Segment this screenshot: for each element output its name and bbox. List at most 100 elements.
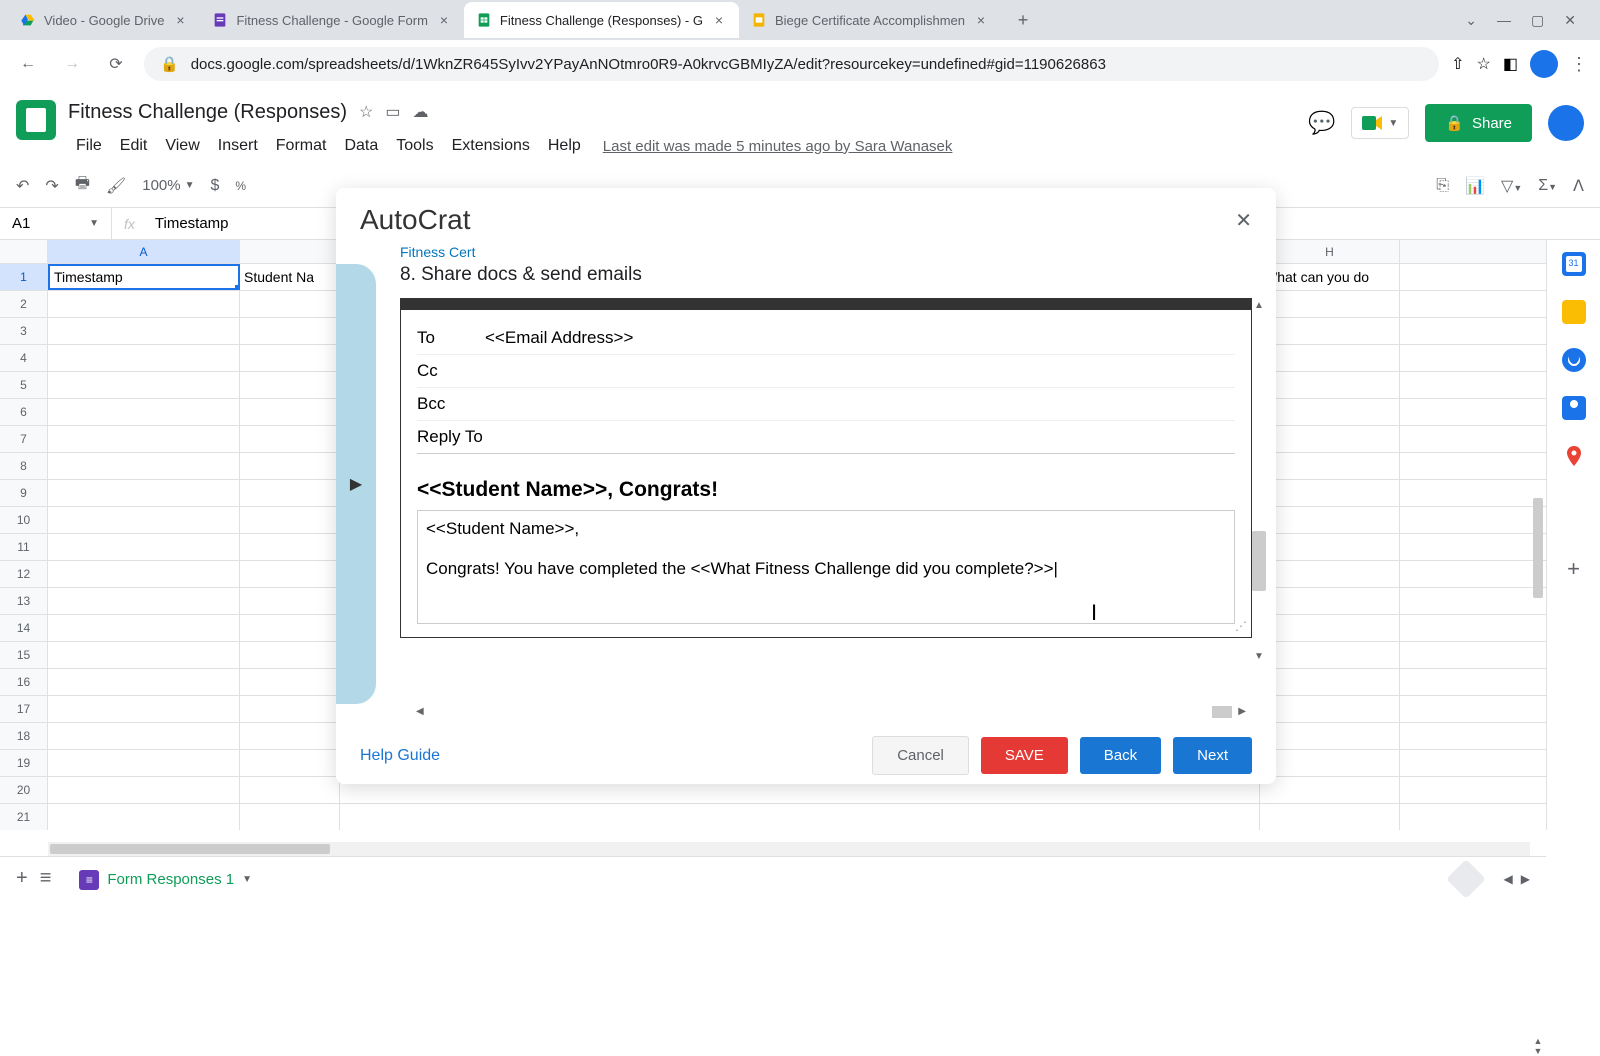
- row-header[interactable]: 21: [0, 804, 48, 830]
- document-title[interactable]: Fitness Challenge (Responses): [68, 101, 347, 124]
- cell[interactable]: [48, 777, 240, 803]
- cell[interactable]: [240, 318, 340, 344]
- cell[interactable]: [1260, 588, 1400, 614]
- cell[interactable]: [240, 291, 340, 317]
- cell[interactable]: [1260, 480, 1400, 506]
- cell[interactable]: [240, 750, 340, 776]
- reload-button[interactable]: ⟳: [100, 48, 132, 80]
- select-all-corner[interactable]: [0, 240, 48, 263]
- filter-icon[interactable]: ▽▼: [1501, 176, 1522, 196]
- cell[interactable]: [240, 804, 340, 830]
- horizontal-scrollbar[interactable]: [48, 842, 1530, 856]
- cell[interactable]: [1260, 399, 1400, 425]
- keep-icon[interactable]: [1562, 300, 1586, 324]
- col-header-b[interactable]: [240, 240, 340, 263]
- email-cc-row[interactable]: Cc: [417, 355, 1235, 388]
- new-tab-button[interactable]: +: [1009, 6, 1037, 34]
- close-icon[interactable]: ×: [436, 12, 452, 28]
- row-header[interactable]: 20: [0, 777, 48, 803]
- cell[interactable]: [48, 750, 240, 776]
- close-window-icon[interactable]: ✕: [1564, 12, 1576, 29]
- row-header[interactable]: 1: [0, 264, 48, 290]
- save-button[interactable]: SAVE: [981, 737, 1068, 774]
- resize-handle-icon[interactable]: ⋰: [1235, 619, 1247, 633]
- minimize-icon[interactable]: —: [1497, 12, 1511, 29]
- cell[interactable]: [240, 723, 340, 749]
- cell[interactable]: [240, 426, 340, 452]
- row-header[interactable]: 16: [0, 669, 48, 695]
- tab-drive[interactable]: Video - Google Drive ×: [8, 2, 200, 38]
- cell[interactable]: [240, 534, 340, 560]
- cell[interactable]: [48, 669, 240, 695]
- chevron-down-icon[interactable]: ⌄: [1465, 12, 1477, 29]
- cell[interactable]: [240, 588, 340, 614]
- help-guide-link[interactable]: Help Guide: [360, 747, 440, 765]
- cell[interactable]: [48, 723, 240, 749]
- cell[interactable]: [48, 696, 240, 722]
- insert-link-icon[interactable]: ⎘: [1436, 177, 1449, 195]
- kebab-menu-icon[interactable]: ⋮: [1570, 54, 1588, 75]
- cloud-icon[interactable]: ☁: [413, 102, 429, 122]
- row-header[interactable]: 6: [0, 399, 48, 425]
- cell[interactable]: [48, 372, 240, 398]
- cell[interactable]: [240, 642, 340, 668]
- percent-icon[interactable]: %: [235, 179, 246, 193]
- menu-help[interactable]: Help: [540, 133, 589, 159]
- explore-button[interactable]: [1446, 859, 1486, 899]
- menu-view[interactable]: View: [157, 133, 207, 159]
- maps-icon[interactable]: [1562, 444, 1586, 468]
- cell[interactable]: [1140, 804, 1260, 830]
- menu-edit[interactable]: Edit: [112, 133, 156, 159]
- url-bar[interactable]: 🔒 docs.google.com/spreadsheets/d/1WknZR6…: [144, 47, 1439, 81]
- share-button[interactable]: 🔒 Share: [1425, 104, 1532, 142]
- cell[interactable]: [1260, 723, 1400, 749]
- row-header[interactable]: 5: [0, 372, 48, 398]
- cell[interactable]: [1260, 291, 1400, 317]
- close-icon[interactable]: ×: [711, 12, 727, 28]
- cell[interactable]: [48, 561, 240, 587]
- zoom-dropdown[interactable]: 100% ▼: [142, 177, 194, 194]
- cell[interactable]: [1260, 534, 1400, 560]
- back-button[interactable]: Back: [1080, 737, 1161, 774]
- close-icon[interactable]: ×: [973, 12, 989, 28]
- row-header[interactable]: 10: [0, 507, 48, 533]
- cell[interactable]: [240, 615, 340, 641]
- maximize-icon[interactable]: ▢: [1531, 12, 1544, 29]
- cell[interactable]: [1260, 777, 1400, 803]
- share-page-icon[interactable]: ⇧: [1451, 54, 1464, 74]
- cell[interactable]: [48, 453, 240, 479]
- row-header[interactable]: 8: [0, 453, 48, 479]
- cell[interactable]: [1260, 804, 1400, 830]
- last-edit-text[interactable]: Last edit was made 5 minutes ago by Sara…: [603, 138, 953, 155]
- row-header[interactable]: 13: [0, 588, 48, 614]
- email-to-row[interactable]: To <<Email Address>>: [417, 322, 1235, 355]
- row-header[interactable]: 11: [0, 534, 48, 560]
- add-addon-icon[interactable]: +: [1567, 556, 1580, 582]
- cell[interactable]: [1260, 426, 1400, 452]
- undo-icon[interactable]: ↶: [16, 176, 29, 196]
- cell[interactable]: [48, 318, 240, 344]
- cell[interactable]: [1260, 561, 1400, 587]
- cell[interactable]: [48, 804, 240, 830]
- cell[interactable]: [1260, 345, 1400, 371]
- cell[interactable]: [1260, 372, 1400, 398]
- all-sheets-button[interactable]: ≡: [40, 867, 52, 890]
- cell[interactable]: [240, 669, 340, 695]
- cell[interactable]: [240, 345, 340, 371]
- cell[interactable]: [240, 696, 340, 722]
- move-icon[interactable]: ▭: [385, 102, 400, 122]
- collapse-toolbar-icon[interactable]: ᐱ: [1573, 176, 1584, 196]
- add-sheet-button[interactable]: +: [16, 867, 28, 890]
- back-button[interactable]: ←: [12, 48, 44, 80]
- close-icon[interactable]: ×: [172, 12, 188, 28]
- row-header[interactable]: 12: [0, 561, 48, 587]
- cell[interactable]: [240, 372, 340, 398]
- print-icon[interactable]: 🖶: [75, 172, 90, 199]
- menu-file[interactable]: File: [68, 133, 110, 159]
- row-header[interactable]: 3: [0, 318, 48, 344]
- cell[interactable]: [48, 291, 240, 317]
- meet-button[interactable]: ▼: [1351, 107, 1409, 139]
- contacts-icon[interactable]: [1562, 396, 1586, 420]
- cell[interactable]: [1260, 750, 1400, 776]
- cell[interactable]: [48, 399, 240, 425]
